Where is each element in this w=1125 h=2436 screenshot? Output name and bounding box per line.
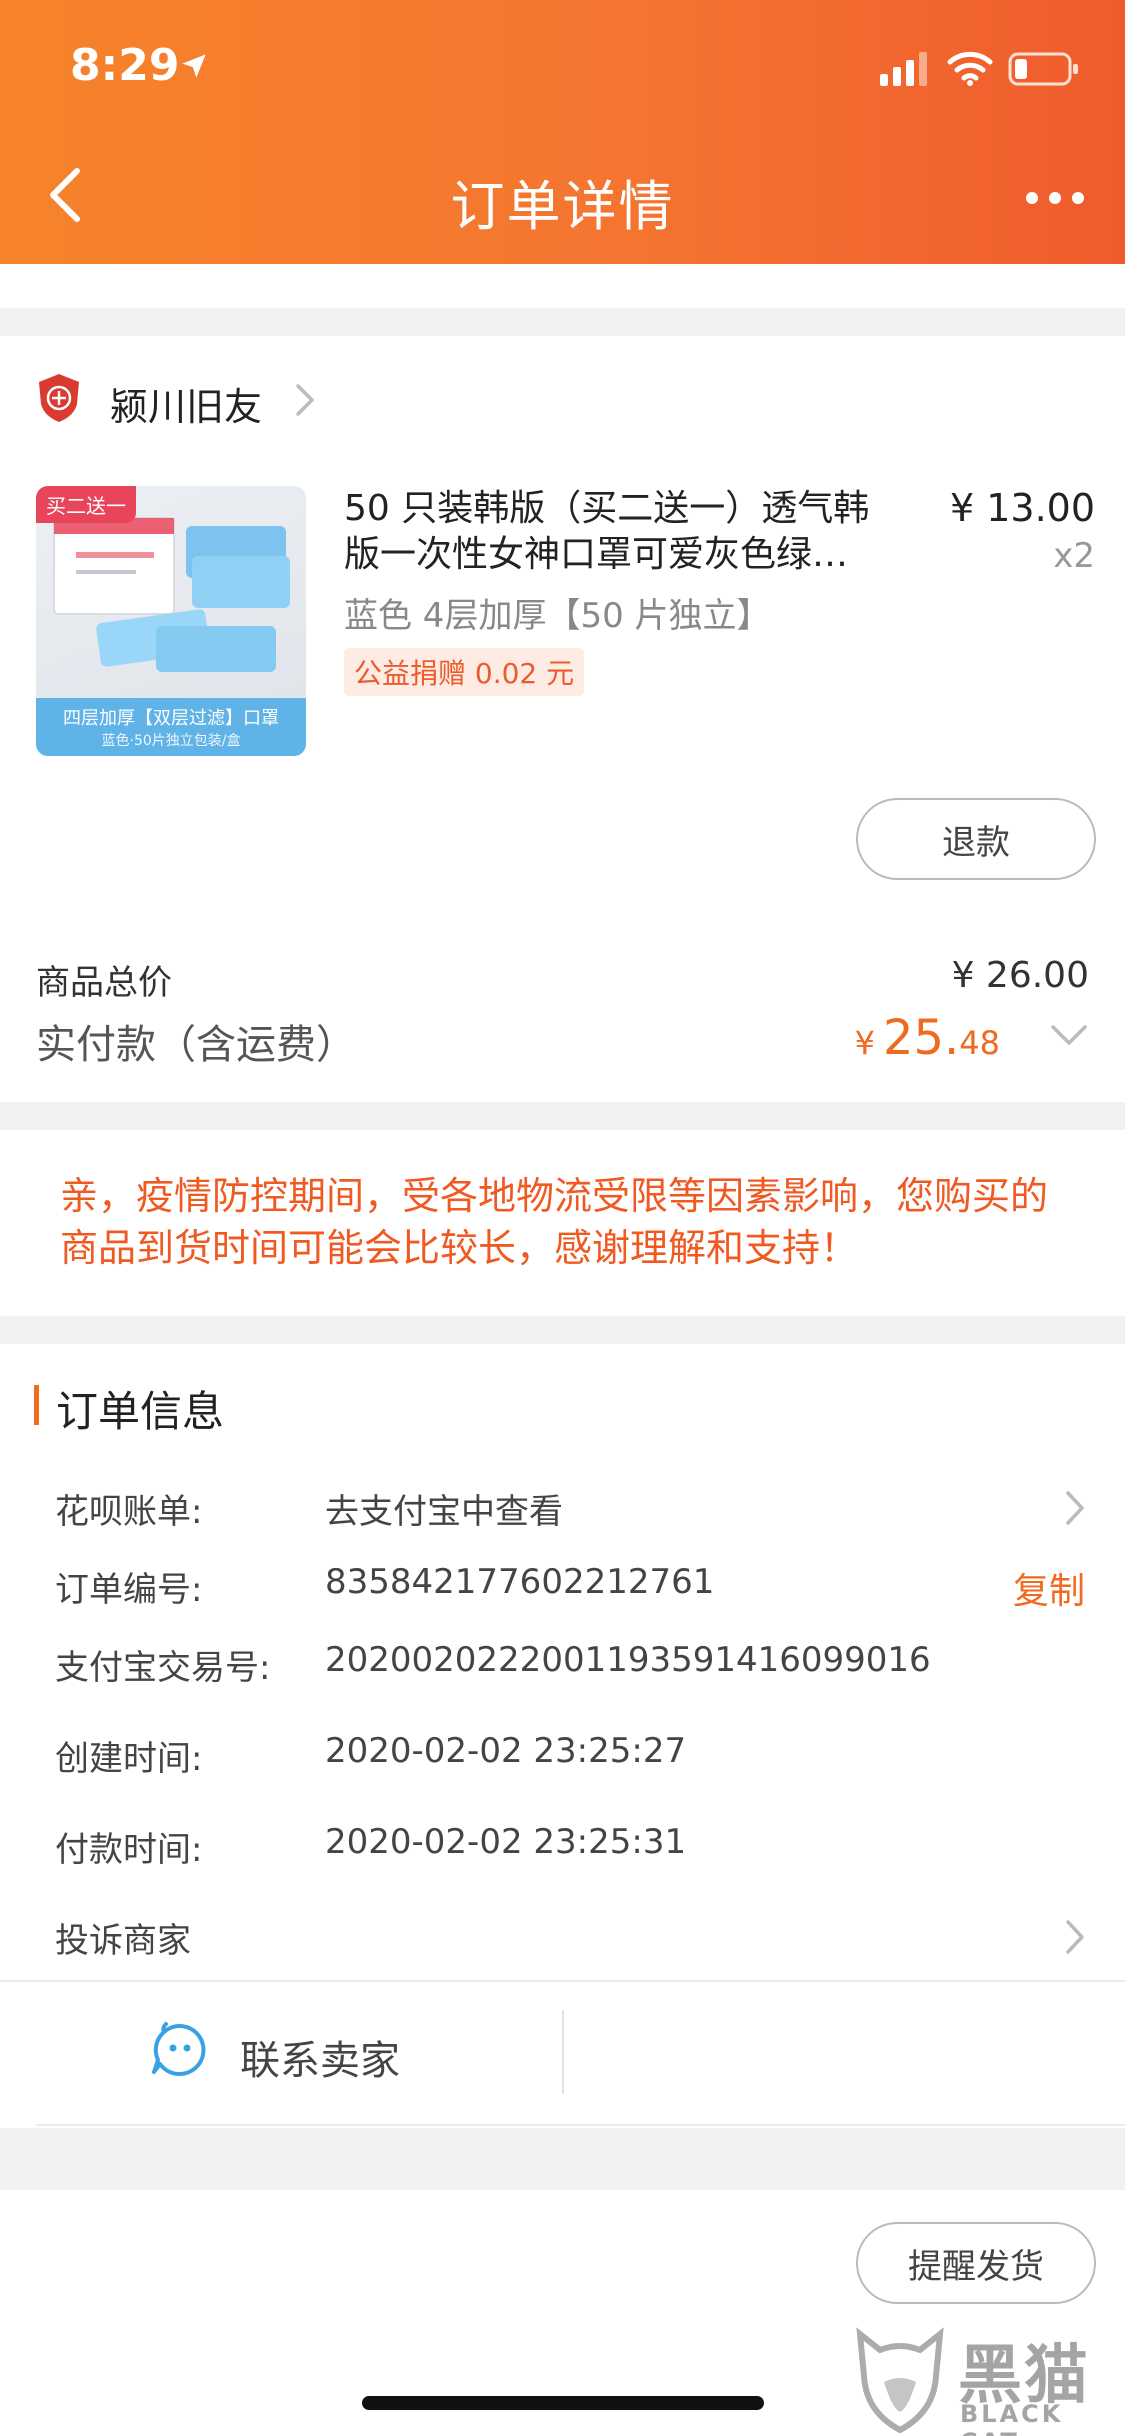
order-number-label: 订单编号: <box>55 1570 203 1610</box>
created-time-row: 创建时间: 2020-02-02 23:25:27 <box>0 1731 1125 1791</box>
page-title: 订单详情 <box>450 175 675 238</box>
contact-seller-label: 联系卖家 <box>240 2038 400 2084</box>
battery-icon <box>1008 52 1078 86</box>
product-sku: 蓝色 4层加厚【50 片独立】 <box>344 596 771 636</box>
signal-icon <box>880 52 927 86</box>
header-bar: 8:29 订单详情 <box>0 0 1125 264</box>
chevron-right-icon <box>1066 1920 1084 1954</box>
order-number-row: 订单编号: 835842177602212761 复制 <box>0 1562 1125 1622</box>
vertical-separator <box>562 2010 564 2094</box>
paid-amount: ¥25.48 <box>855 1010 1000 1066</box>
status-time: 8:29 <box>70 40 180 91</box>
order-info-title: 订单信息 <box>56 1387 225 1436</box>
created-time-label: 创建时间: <box>55 1739 203 1779</box>
chevron-right-icon <box>1066 1491 1084 1525</box>
chevron-down-icon[interactable] <box>1049 1022 1089 1048</box>
product-image-band: 四层加厚【双层过滤】口罩 蓝色·50片独立包装/盒 <box>36 698 306 756</box>
remind-shipping-button[interactable]: 提醒发货 <box>856 2222 1096 2304</box>
total-label: 商品总价 <box>36 963 172 1003</box>
wifi-icon <box>947 51 993 86</box>
epidemic-notice: 亲，疫情防控期间，受各地物流受限等因素影响，您购买的商品到货时间可能会比较长，感… <box>60 1174 1049 1270</box>
copy-button[interactable]: 复制 <box>1013 1562 1085 1614</box>
charity-tag: 公益捐赠 0.02 元 <box>344 648 585 696</box>
complaint-row[interactable]: 投诉商家 <box>0 1913 1125 1973</box>
shop-name: 颍川旧友 <box>110 385 263 429</box>
alipay-row: 支付宝交易号: 2020020222001193591416099016 <box>0 1640 1125 1700</box>
paid-time-label: 付款时间: <box>55 1830 203 1870</box>
product-quantity: x2 <box>1053 536 1095 576</box>
image-band-subtitle: 蓝色·50片独立包装/盒 <box>101 733 241 749</box>
paid-currency: ¥ <box>854 1024 875 1062</box>
top-strip <box>0 264 1125 308</box>
refund-button[interactable]: 退款 <box>856 798 1096 880</box>
complaint-label: 投诉商家 <box>55 1921 191 1961</box>
chevron-right-icon <box>296 384 314 416</box>
chat-face-icon <box>152 2022 206 2076</box>
huabei-row[interactable]: 花呗账单: 去支付宝中查看 <box>0 1484 1125 1544</box>
paid-time-value: 2020-02-02 23:25:31 <box>325 1822 687 1862</box>
paid-decimal: 48 <box>959 1024 1000 1062</box>
cat-logo-icon <box>856 2327 944 2434</box>
image-band-title: 四层加厚【双层过滤】口罩 <box>63 708 279 729</box>
order-number-value: 835842177602212761 <box>325 1562 715 1602</box>
shop-row[interactable]: 颍川旧友 <box>0 368 1125 438</box>
total-value: ¥ 26.00 <box>951 955 1089 996</box>
paid-integer: 25. <box>882 1010 960 1066</box>
product-image[interactable]: 买二送一 四层加厚【双层过滤】口罩 蓝色·50片独立包装/盒 <box>36 486 306 756</box>
section-accent-bar <box>34 1385 39 1425</box>
home-indicator[interactable] <box>362 2396 764 2410</box>
promo-tag: 买二送一 <box>36 486 136 523</box>
location-arrow-icon <box>182 54 206 78</box>
paid-time-row: 付款时间: 2020-02-02 23:25:31 <box>0 1822 1125 1882</box>
created-time-value: 2020-02-02 23:25:27 <box>325 1731 687 1771</box>
more-dots-icon <box>1026 192 1084 204</box>
paid-label: 实付款（含运费） <box>36 1022 356 1068</box>
blackcat-watermark: 黑猫 BLACK CAT <box>850 2320 1125 2436</box>
huabei-value: 去支付宝中查看 <box>325 1492 563 1532</box>
shop-shield-icon <box>39 374 79 422</box>
alipay-label: 支付宝交易号: <box>55 1648 271 1688</box>
divider <box>0 1980 1125 1982</box>
divider <box>36 2124 1125 2126</box>
watermark-en: BLACK CAT <box>960 2400 1064 2436</box>
product-title[interactable]: 50 只装韩版（买二送一）透气韩版一次性女神口罩可爱灰色绿… <box>344 486 904 578</box>
huabei-label: 花呗账单: <box>55 1492 203 1532</box>
more-button[interactable] <box>1015 170 1095 226</box>
product-price: ¥ 13.00 <box>949 486 1095 530</box>
alipay-value: 2020020222001193591416099016 <box>325 1640 931 1680</box>
